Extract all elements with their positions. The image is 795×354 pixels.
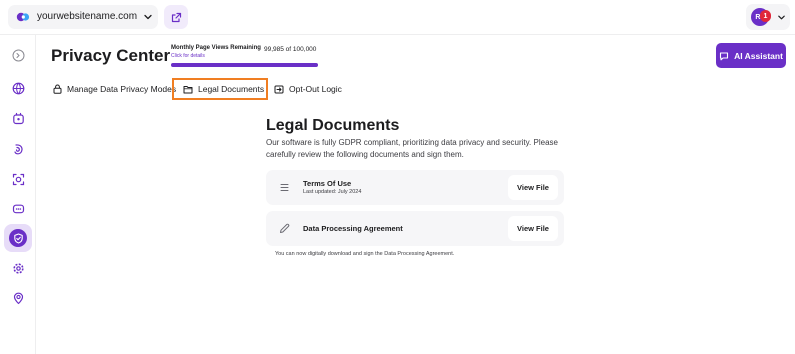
- top-bar: yourwebsitename.com RF 1: [0, 0, 795, 35]
- sidebar-item-users[interactable]: [8, 288, 28, 308]
- document-name: Data Processing Agreement: [303, 224, 403, 233]
- site-logo-icon: [16, 12, 30, 22]
- collapse-sidebar-icon: [12, 49, 24, 61]
- accessibility-icon: [13, 143, 23, 154]
- chat-bubble-icon: [720, 51, 729, 60]
- sidebar-item-chat[interactable]: [8, 199, 28, 219]
- scan-icon: [12, 173, 24, 185]
- website-name: yourwebsitename.com: [37, 11, 138, 22]
- cookie-icon: [12, 112, 24, 124]
- open-website-button[interactable]: [164, 5, 188, 29]
- list-icon: [280, 184, 289, 191]
- sidebar-item-cookies[interactable]: [8, 108, 28, 128]
- tab-label: Opt-Out Logic: [289, 84, 342, 94]
- tab-legal-documents[interactable]: Legal Documents: [172, 78, 268, 100]
- tab-manage-data-privacy-modes[interactable]: Manage Data Privacy Modes: [53, 80, 176, 98]
- tab-label: Legal Documents: [198, 84, 265, 94]
- document-card-terms-of-use: Terms Of Use Last updated: July 2024 Vie…: [266, 170, 564, 205]
- sidebar-item-collapse[interactable]: [8, 45, 28, 65]
- globe-icon: [12, 82, 24, 94]
- chevron-down-icon: [778, 15, 785, 20]
- chat-icon: [12, 204, 24, 213]
- sidebar-item-privacy[interactable]: [4, 224, 32, 252]
- external-link-icon: [171, 12, 181, 22]
- user-menu[interactable]: RF 1: [746, 4, 790, 30]
- page-views-details-link[interactable]: Click for details: [171, 53, 205, 60]
- ai-assistant-label: AI Assistant: [734, 50, 783, 61]
- ai-assistant-button[interactable]: AI Assistant: [716, 43, 786, 68]
- document-card-data-processing-agreement: Data Processing Agreement View File: [266, 211, 564, 246]
- tab-label: Manage Data Privacy Modes: [67, 84, 177, 94]
- page-views-progress-fill: [171, 63, 318, 67]
- section-description: Our software is fully GDPR compliant, pr…: [266, 138, 558, 159]
- chevron-down-icon: [144, 14, 152, 20]
- view-file-button[interactable]: View File: [508, 175, 558, 200]
- sidebar: [0, 35, 36, 354]
- section-title: Legal Documents: [266, 117, 400, 134]
- folder-icon: [183, 85, 193, 93]
- settings-icon: [12, 262, 24, 274]
- page-views-count: 99,985 of 100,000: [264, 46, 317, 53]
- sidebar-item-web[interactable]: [8, 78, 28, 98]
- notification-badge: 1: [760, 10, 771, 22]
- view-file-button[interactable]: View File: [508, 216, 558, 241]
- pen-icon: [280, 223, 290, 233]
- page-title: Privacy Center: [51, 46, 171, 65]
- dpa-note: You can now digitally download and sign …: [275, 251, 455, 257]
- page-views-progress-bar: [171, 63, 318, 67]
- user-location-icon: [13, 292, 23, 304]
- document-updated: Last updated: July 2024: [303, 189, 362, 195]
- opt-out-icon: [274, 85, 284, 93]
- sidebar-item-accessibility[interactable]: [8, 139, 28, 159]
- document-name: Terms Of Use: [303, 179, 352, 188]
- lock-icon: [53, 84, 62, 94]
- privacy-shield-icon: [9, 229, 27, 247]
- sidebar-item-scanner[interactable]: [8, 169, 28, 189]
- tab-opt-out-logic[interactable]: Opt-Out Logic: [274, 80, 342, 98]
- sidebar-item-settings[interactable]: [8, 258, 28, 278]
- website-selector[interactable]: yourwebsitename.com: [8, 5, 158, 29]
- page-views-label: Monthly Page Views Remaining: [171, 45, 261, 51]
